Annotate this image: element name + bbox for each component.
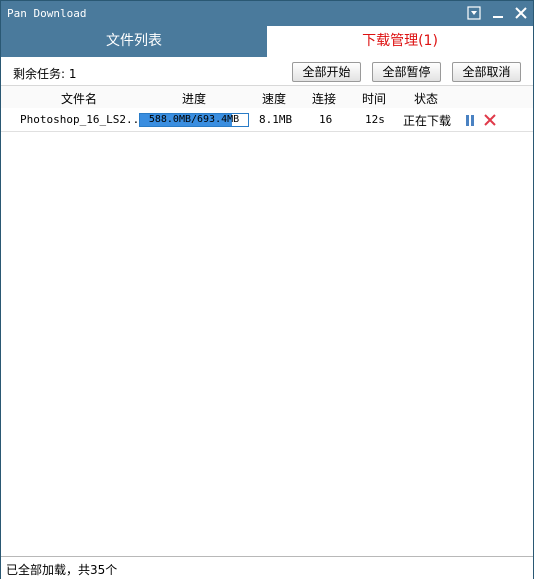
toolbar: 剩余任务: 1 全部开始 全部暂停 全部取消 — [1, 57, 533, 85]
status-bar: 已全部加载，共35个 — [1, 556, 533, 579]
minimize-icon[interactable] — [490, 5, 506, 21]
download-speed: 8.1MB — [259, 113, 293, 126]
pause-icon[interactable] — [463, 113, 477, 127]
col-filename[interactable]: 文件名 — [61, 90, 97, 107]
progress-text: 588.0MB/693.4MB — [148, 114, 240, 125]
status-text: 已全部加载，共35个 — [6, 563, 118, 577]
title-bar[interactable]: Pan Download — [1, 1, 533, 26]
col-connections[interactable]: 连接 — [312, 90, 336, 107]
tab-bar: 文件列表 下载管理(1) — [1, 26, 533, 57]
pause-all-button[interactable]: 全部暂停 — [372, 62, 441, 82]
close-window-icon[interactable] — [513, 5, 529, 21]
remaining-tasks-label: 剩余任务: 1 — [13, 67, 77, 81]
start-all-button[interactable]: 全部开始 — [292, 62, 361, 82]
col-time[interactable]: 时间 — [362, 90, 386, 107]
close-icon[interactable] — [483, 113, 497, 127]
menu-dropdown-icon[interactable] — [466, 5, 482, 21]
download-time: 12s — [365, 113, 385, 126]
col-progress[interactable]: 进度 — [182, 90, 206, 107]
download-row[interactable]: Photoshop_16_LS2... 588.0MB/693.4MB 8.1M… — [1, 108, 533, 132]
tab-file-list[interactable]: 文件列表 — [1, 26, 267, 57]
download-progress-bar: 588.0MB/693.4MB — [139, 113, 249, 127]
download-connections: 16 — [319, 113, 333, 126]
col-status[interactable]: 状态 — [414, 90, 438, 107]
column-header: 文件名 进度 速度 连接 时间 状态 — [1, 85, 533, 109]
download-filename: Photoshop_16_LS2... — [20, 113, 146, 126]
cancel-all-button[interactable]: 全部取消 — [452, 62, 521, 82]
col-speed[interactable]: 速度 — [262, 90, 286, 107]
app-window: Pan Download 文件列表 下载管理(1) 剩余任务: 1 全部开始 全… — [0, 0, 534, 579]
tab-download-manager[interactable]: 下载管理(1) — [267, 26, 533, 57]
window-title: Pan Download — [7, 7, 87, 20]
download-status: 正在下载 — [403, 114, 452, 128]
